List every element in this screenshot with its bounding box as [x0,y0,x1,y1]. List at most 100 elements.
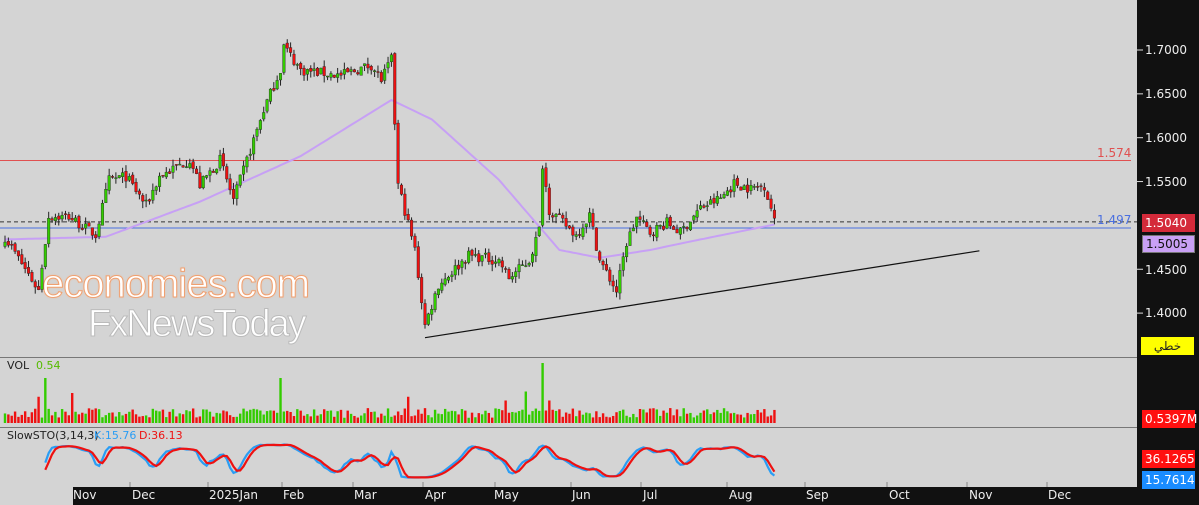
candle [658,225,662,227]
candle [463,262,467,264]
volume-bar [40,417,44,423]
volume-bar [195,417,198,423]
volume-bar [165,417,168,423]
candle [349,69,353,72]
chart-type-button[interactable]: خطي [1141,337,1194,355]
volume-bar [611,415,615,423]
volume-bar [296,409,299,423]
volume-bar [87,408,91,423]
volume-bar [218,413,222,423]
volume-bar [615,412,618,423]
volume-bar [575,416,578,423]
volume-bar [198,416,202,423]
volume-bar [548,400,551,423]
volume-bar [289,411,292,423]
candle [84,223,88,229]
volume-bar [494,408,497,423]
candle [507,269,511,280]
volume-bar [3,413,7,423]
candle [70,218,74,221]
volume-bar [403,408,407,423]
candle [312,68,316,71]
volume-bar [682,408,685,423]
candle [53,217,57,221]
volume-bar [427,415,430,423]
candle [467,250,471,263]
candle [729,189,733,193]
candle [477,253,481,263]
volume-bar [205,409,208,423]
candle [722,194,726,199]
candle [221,153,225,167]
candle [766,191,770,200]
candle [144,199,148,202]
candle [413,235,417,248]
volume-bar [393,415,396,423]
volume-bar [81,412,84,423]
candle [742,185,746,190]
volume-bar [356,417,359,423]
volume-bar [692,417,695,423]
volume-bar [64,411,67,423]
candle [322,66,326,76]
candle [393,53,397,125]
volume-bar [695,415,699,423]
volume-bar [158,411,161,423]
volume-bar [323,409,326,423]
candle [581,227,585,237]
volume-bar [443,408,447,423]
volume-bar [175,416,178,423]
candle [33,281,37,288]
volume-bar [595,411,598,423]
volume-bar [605,416,608,423]
candle [363,63,367,66]
candle [158,175,162,187]
candle [174,164,178,166]
candle [63,213,67,215]
candle [447,276,451,281]
volume-bar [171,409,175,423]
candle [299,63,303,70]
volume-bar [155,410,158,423]
volume-bar [265,411,269,423]
candle [655,224,659,238]
volume-bar [544,410,548,423]
candle [557,213,561,215]
volume-bar [370,411,373,423]
candle [399,184,403,195]
candle [272,88,276,91]
volume-bar [655,409,659,423]
volume-bar [709,414,712,423]
volume-bar [652,408,655,423]
volume-bar [719,412,722,423]
candle [309,68,313,72]
candle [184,166,188,168]
candle [383,68,387,81]
volume-bar [67,415,71,423]
candle [520,264,524,266]
candle [57,215,61,220]
candle [131,174,135,184]
candle [40,267,44,290]
candle [137,190,141,195]
month-label: Apr [425,488,446,502]
volume-bar [598,417,601,423]
candle [534,237,538,256]
volume-bar [104,415,107,423]
candle [651,234,655,237]
candle [662,225,666,230]
candle [678,227,682,235]
candle [23,262,27,269]
candle [541,168,545,226]
candle [104,189,108,203]
volume-bar [359,415,363,423]
volume-bar [232,416,235,423]
candle [621,256,625,271]
resistance-level-label: 1.574 [1097,146,1132,160]
volume-bar [474,417,477,423]
candle [403,193,407,216]
price-tick: 1.4000 [1145,306,1187,320]
candle [275,80,279,90]
month-label: Feb [283,488,305,502]
volume-bar [339,409,343,423]
